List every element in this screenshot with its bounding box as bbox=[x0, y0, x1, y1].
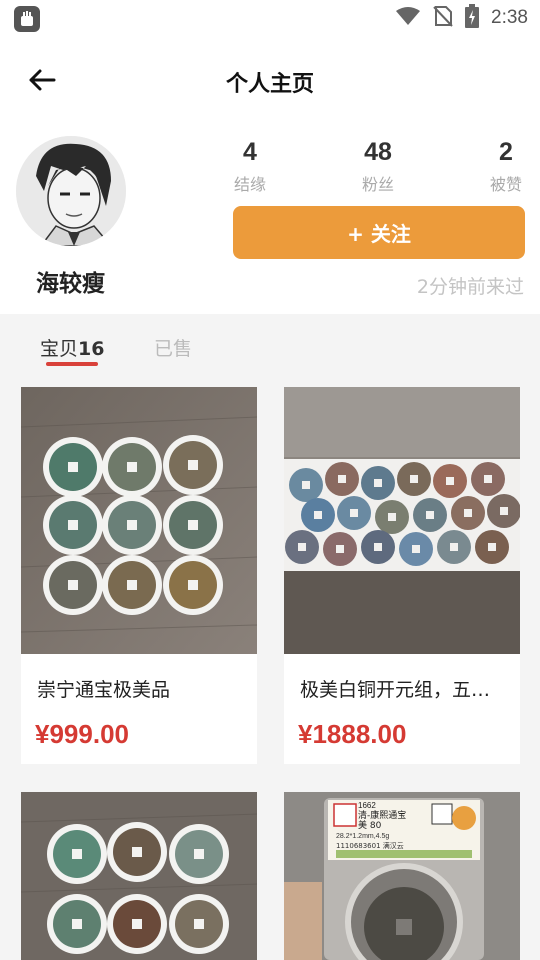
tab-items-count: 16 bbox=[78, 338, 105, 360]
page-title: 个人主页 bbox=[225, 72, 314, 97]
stat-label: 粉丝 bbox=[361, 175, 394, 194]
last-seen-text: 2分钟前来过 bbox=[416, 276, 524, 298]
product-image bbox=[21, 792, 257, 960]
product-card[interactable] bbox=[21, 792, 257, 960]
nickname: 海较瘦 bbox=[36, 271, 105, 297]
app-bar: 个人主页 bbox=[0, 36, 540, 124]
battery-charging-icon bbox=[465, 4, 480, 32]
slab-grade-line4: 28.2*1.2mm,4.5g bbox=[336, 833, 389, 840]
tab-items-label: 宝贝 bbox=[40, 338, 79, 360]
product-image bbox=[21, 387, 257, 654]
stat-label: 被赞 bbox=[489, 175, 522, 194]
stat-followers[interactable]: 48 粉丝 bbox=[338, 138, 418, 195]
product-title: 崇宁通宝极美品 bbox=[37, 679, 171, 701]
follow-button[interactable]: + 关注 bbox=[233, 206, 525, 259]
stat-label: 结缘 bbox=[233, 175, 266, 194]
product-card[interactable]: 极美白铜开元组，五… ¥1888.00 bbox=[284, 387, 520, 764]
product-card[interactable]: 崇宁通宝极美品 ¥999.00 bbox=[21, 387, 257, 764]
slab-grade-line3: 美 80 bbox=[358, 819, 382, 831]
status-bar: 2:38 bbox=[0, 0, 540, 36]
wifi-icon bbox=[395, 6, 421, 30]
tab-bar: 宝贝16 已售 bbox=[0, 314, 540, 380]
stat-value: 2 bbox=[499, 138, 513, 166]
slab-grade-line5: 1110683601 满汉云 bbox=[336, 841, 404, 850]
product-price: ¥1888.00 bbox=[298, 719, 407, 749]
slab-grade-line1: 1662 bbox=[358, 801, 376, 810]
product-price: ¥999.00 bbox=[35, 719, 129, 749]
product-image: 1662 清-康熙通宝 美 80 28.2*1.2mm,4.5g 1110683… bbox=[284, 792, 520, 960]
product-card[interactable]: 1662 清-康熙通宝 美 80 28.2*1.2mm,4.5g 1110683… bbox=[284, 792, 520, 960]
tab-sold[interactable]: 已售 bbox=[154, 334, 192, 361]
avatar[interactable] bbox=[16, 136, 126, 246]
tab-items[interactable]: 宝贝16 bbox=[40, 334, 104, 361]
stat-connections[interactable]: 4 结缘 bbox=[210, 138, 290, 195]
stat-likes[interactable]: 2 被赞 bbox=[466, 138, 540, 195]
profile-section: 海较瘦 4 结缘 48 粉丝 2 被赞 + 关注 2分钟前来过 bbox=[0, 124, 540, 314]
slab-grade-line2: 清-康熙通宝 bbox=[358, 809, 406, 821]
stat-value: 4 bbox=[243, 138, 257, 166]
product-title: 极美白铜开元组，五… bbox=[300, 679, 491, 701]
no-sim-icon bbox=[433, 5, 453, 31]
status-time: 2:38 bbox=[491, 7, 528, 28]
tab-indicator bbox=[46, 362, 98, 366]
stat-value: 48 bbox=[364, 138, 392, 166]
product-image bbox=[284, 387, 520, 654]
app-notification-icon bbox=[14, 6, 40, 32]
